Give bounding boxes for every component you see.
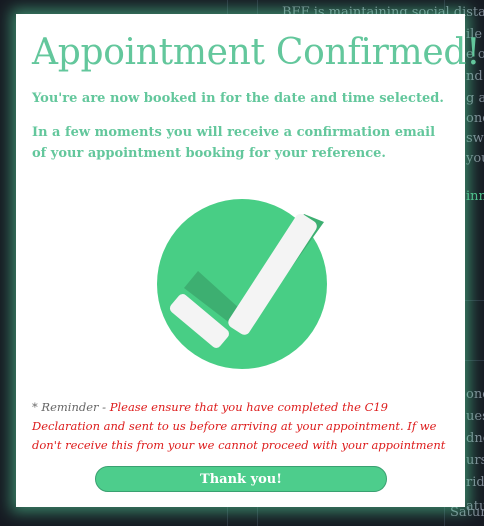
confirmation-modal: Appointment Confirmed! You're are now bo…	[16, 14, 481, 507]
modal-title: Appointment Confirmed!	[32, 32, 481, 73]
background-text-fragment: urs	[466, 453, 484, 468]
background-text-fragment: swi	[466, 131, 484, 146]
background-link-fragment[interactable]: inm	[466, 190, 484, 203]
reminder-prefix: * Reminder -	[32, 400, 110, 414]
check-circle-icon	[154, 196, 330, 372]
background-text-fragment: uese	[466, 409, 484, 424]
booking-confirmed-text: You're are now booked in for the date an…	[32, 91, 444, 106]
background-text-fragment: you	[466, 151, 484, 166]
background-text-fragment: rid	[466, 475, 484, 490]
confirmation-email-text: In a few moments you will receive a conf…	[32, 125, 436, 161]
c19-reminder: * Reminder - Please ensure that you have…	[32, 398, 452, 455]
background-text-fragment: dne	[466, 431, 484, 446]
background-text-fragment: Satur	[450, 505, 484, 520]
thank-you-button[interactable]: Thank you!	[95, 466, 387, 492]
background-text-fragment: one	[466, 387, 484, 402]
background-text-fragment: once	[466, 111, 484, 126]
background-text-fragment: g a	[466, 91, 484, 106]
